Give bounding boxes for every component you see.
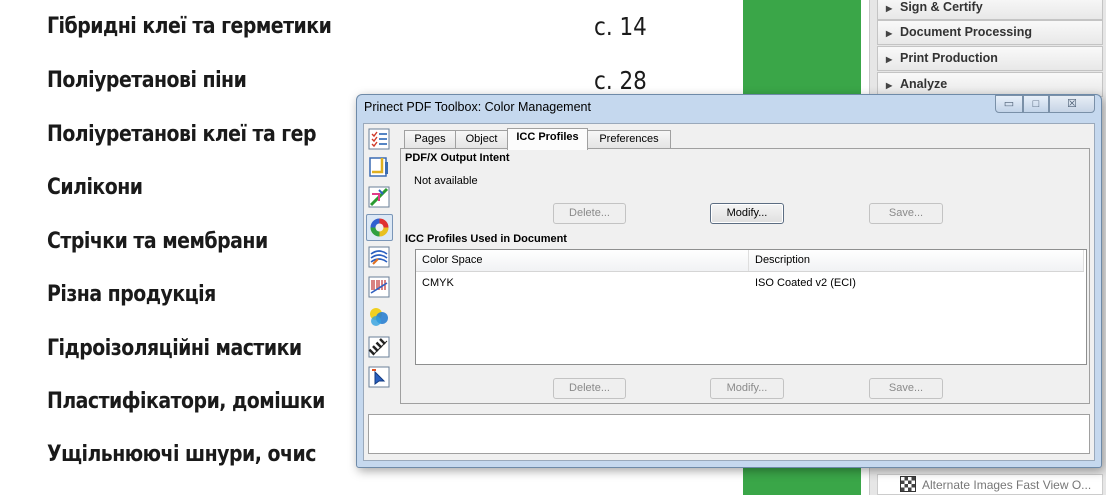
tools-item-label: Analyze (900, 77, 948, 91)
toc-item: Різна продукція (47, 282, 216, 307)
dialog-body: Pages Object ICC Profiles Preferences PD… (363, 123, 1095, 461)
page-box-icon[interactable] (368, 156, 390, 178)
checker-flag-icon[interactable] (368, 336, 390, 358)
close-button[interactable]: ☒ (1049, 95, 1095, 113)
toc-item: Гідроізоляційні мастики (47, 336, 302, 361)
output-intent-modify-button[interactable]: Modify... (710, 203, 784, 224)
tools-item-label: Print Production (900, 51, 998, 65)
profiles-modify-button[interactable]: Modify... (710, 378, 784, 399)
profiles-heading: ICC Profiles Used in Document (405, 233, 567, 245)
profiles-delete-button[interactable]: Delete... (553, 378, 626, 399)
color-circles-icon[interactable] (368, 306, 390, 328)
output-intent-save-button[interactable]: Save... (869, 203, 943, 224)
profiles-table: Color Space Description CMYK ISO Coated … (415, 249, 1087, 365)
output-intent-heading: PDF/X Output Intent (405, 152, 510, 164)
column-header-color-space[interactable]: Color Space (416, 250, 749, 271)
toc-item: Ущільнюючі шнури, очис (47, 442, 316, 467)
checklist-icon[interactable] (368, 128, 390, 150)
maximize-button[interactable]: □ (1023, 95, 1049, 113)
cell-color-space: CMYK (422, 277, 454, 289)
tab-pages[interactable]: Pages (404, 130, 456, 149)
toc-item: Пластифікатори, домішки (47, 389, 325, 414)
tools-item-label: Document Processing (900, 25, 1032, 39)
tab-object[interactable]: Object (455, 130, 508, 149)
toc-item: Поліуретанові клеї та гер (47, 122, 317, 147)
expand-arrow-icon: ▶ (886, 29, 893, 38)
toc-item: Гібридні клеї та герметики (47, 14, 332, 39)
wave-lines-icon[interactable] (368, 246, 390, 268)
output-intent-status: Not available (414, 175, 478, 187)
tab-icc-profiles[interactable]: ICC Profiles (507, 128, 588, 150)
toc-item: Стрічки та мембрани (47, 229, 268, 254)
checker-icon (900, 476, 916, 492)
toc-page-number: с. 28 (594, 66, 647, 95)
barcode-icon[interactable] (368, 276, 390, 298)
color-wheel-icon[interactable] (366, 214, 393, 241)
message-area (368, 414, 1090, 454)
expand-arrow-icon: ▶ (886, 55, 893, 64)
profiles-save-button[interactable]: Save... (869, 378, 943, 399)
tool-icon-bar (364, 124, 396, 402)
tab-preferences[interactable]: Preferences (587, 130, 671, 149)
column-header-description[interactable]: Description (749, 250, 1084, 271)
cursor-icon[interactable] (368, 366, 390, 388)
icc-profiles-panel: PDF/X Output Intent Not available Delete… (400, 148, 1090, 404)
toc-item: Силікони (47, 175, 143, 200)
cell-description: ISO Coated v2 (ECI) (755, 277, 856, 289)
tools-item-label: Alternate Images Fast View O... (922, 478, 1092, 492)
tools-item-print-production[interactable]: ▶ Print Production (877, 46, 1103, 71)
tools-item-label: Sign & Certify (900, 0, 983, 14)
toc-item: Поліуретанові піни (47, 68, 247, 93)
tools-item-document-processing[interactable]: ▶ Document Processing (877, 20, 1103, 45)
transform-icon[interactable] (368, 186, 390, 208)
tools-item-alternate-images[interactable]: Alternate Images Fast View O... (877, 474, 1103, 495)
minimize-button[interactable]: ▭ (995, 95, 1023, 113)
tools-item-sign-certify[interactable]: ▶ Sign & Certify (877, 0, 1103, 20)
dialog-title: Prinect PDF Toolbox: Color Management (364, 100, 591, 114)
expand-arrow-icon: ▶ (886, 4, 893, 13)
toc-page-number: с. 14 (594, 12, 647, 41)
output-intent-delete-button[interactable]: Delete... (553, 203, 626, 224)
profiles-table-header: Color Space Description (416, 250, 1084, 272)
color-management-dialog: Prinect PDF Toolbox: Color Management ▭ … (356, 94, 1102, 468)
